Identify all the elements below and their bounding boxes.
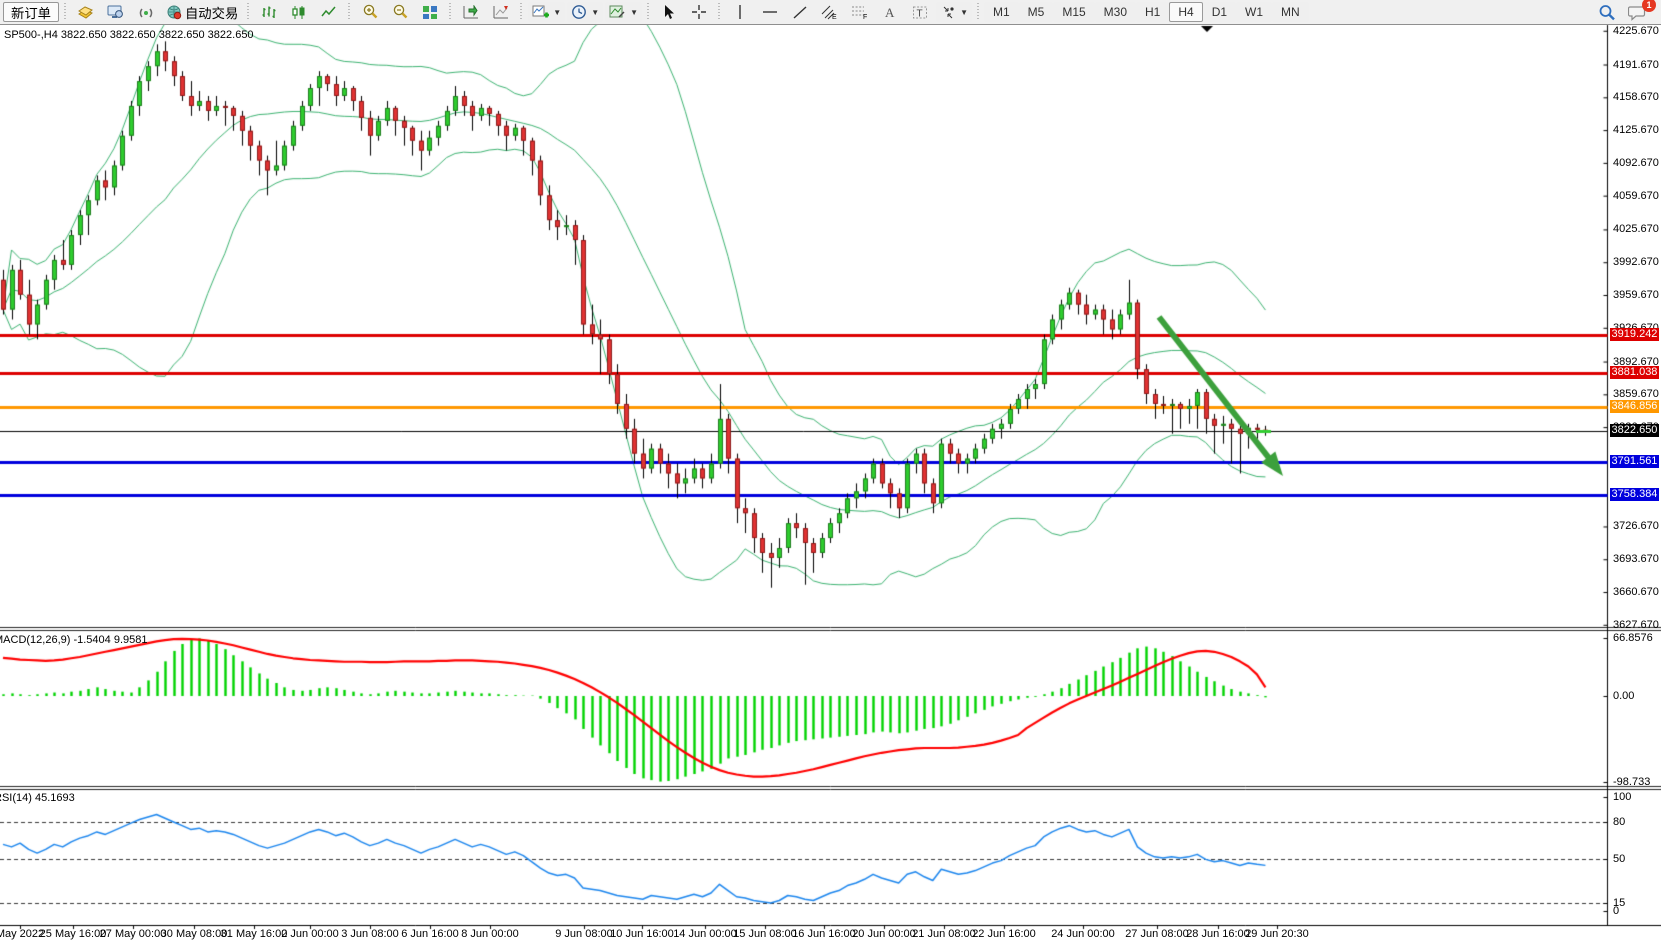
auto-trading-label: 自动交易 bbox=[185, 3, 238, 22]
crosshair-icon[interactable] bbox=[685, 1, 713, 23]
toolbar-grip[interactable] bbox=[62, 3, 69, 21]
periods-caret[interactable]: ▼ bbox=[591, 8, 599, 17]
line-chart-mode-icon[interactable] bbox=[315, 1, 343, 23]
zoom-out-icon[interactable] bbox=[386, 1, 414, 23]
templates-caret[interactable]: ▼ bbox=[630, 8, 638, 17]
toolbar-grip[interactable] bbox=[645, 3, 652, 21]
terminal-icon[interactable] bbox=[102, 1, 130, 23]
arrows-tool-button[interactable]: ▼ bbox=[936, 2, 972, 22]
text-label-tool-icon[interactable]: T bbox=[906, 1, 934, 23]
fibonacci-tool-icon[interactable]: F bbox=[846, 1, 874, 23]
timeframe-button-H1[interactable]: H1 bbox=[1136, 2, 1169, 22]
toolbar-grip[interactable] bbox=[716, 3, 723, 21]
toolbar-grip[interactable] bbox=[518, 3, 525, 21]
search-icon[interactable] bbox=[1593, 1, 1621, 23]
tile-windows-icon[interactable] bbox=[416, 1, 444, 23]
toolbar: 新订单 自动交易 bbox=[0, 0, 1661, 25]
toolbar-grip[interactable] bbox=[447, 3, 454, 21]
svg-text:T: T bbox=[916, 8, 922, 19]
vertical-line-tool-icon[interactable] bbox=[726, 1, 754, 23]
zoom-in-icon[interactable] bbox=[356, 1, 384, 23]
svg-text:A: A bbox=[885, 5, 895, 20]
equidistant-channel-tool-icon[interactable]: E bbox=[816, 1, 844, 23]
timeframe-button-M1[interactable]: M1 bbox=[984, 2, 1019, 22]
cursor-icon[interactable] bbox=[655, 1, 683, 23]
templates-button[interactable]: ▼ bbox=[605, 2, 642, 22]
timeframe-button-MN[interactable]: MN bbox=[1272, 2, 1309, 22]
svg-text:F: F bbox=[863, 14, 867, 20]
timeframe-button-M5[interactable]: M5 bbox=[1019, 2, 1054, 22]
timeframe-group: M1M5M15M30H1H4D1W1MN bbox=[984, 2, 1309, 22]
chart-shift-icon[interactable] bbox=[487, 1, 515, 23]
trading-terminal-window: 新订单 自动交易 bbox=[0, 0, 1661, 942]
new-chart-icon[interactable] bbox=[72, 1, 100, 23]
auto-scroll-icon[interactable] bbox=[457, 1, 485, 23]
arrows-tool-caret[interactable]: ▼ bbox=[960, 8, 968, 17]
timeframe-button-M15[interactable]: M15 bbox=[1053, 2, 1094, 22]
timeframe-button-W1[interactable]: W1 bbox=[1236, 2, 1272, 22]
add-indicator-caret[interactable]: ▼ bbox=[553, 8, 561, 17]
toolbar-grip[interactable] bbox=[346, 3, 353, 21]
timeframe-button-D1[interactable]: D1 bbox=[1203, 2, 1236, 22]
toolbar-grip[interactable] bbox=[975, 3, 982, 21]
timeframe-button-M30[interactable]: M30 bbox=[1095, 2, 1136, 22]
auto-trading-button[interactable]: 自动交易 bbox=[162, 2, 242, 22]
toolbar-grip[interactable] bbox=[245, 3, 252, 21]
timeframe-button-H4[interactable]: H4 bbox=[1169, 2, 1202, 22]
new-order-button[interactable]: 新订单 bbox=[3, 2, 59, 22]
horizontal-line-tool-icon[interactable] bbox=[756, 1, 784, 23]
bar-chart-mode-icon[interactable] bbox=[255, 1, 283, 23]
strategy-signal-icon[interactable] bbox=[132, 1, 160, 23]
candlestick-mode-icon[interactable] bbox=[285, 1, 313, 23]
add-indicator-button[interactable]: ▼ bbox=[528, 2, 565, 22]
text-tool-icon[interactable]: A bbox=[876, 1, 904, 23]
chart-canvas[interactable] bbox=[0, 0, 1661, 942]
notifications-icon[interactable]: 1 bbox=[1623, 1, 1651, 23]
periods-button[interactable]: ▼ bbox=[567, 2, 603, 22]
svg-text:E: E bbox=[832, 14, 837, 20]
notification-badge[interactable]: 1 bbox=[1642, 0, 1656, 12]
auto-trading-icon bbox=[166, 5, 182, 20]
trendline-tool-icon[interactable] bbox=[786, 1, 814, 23]
